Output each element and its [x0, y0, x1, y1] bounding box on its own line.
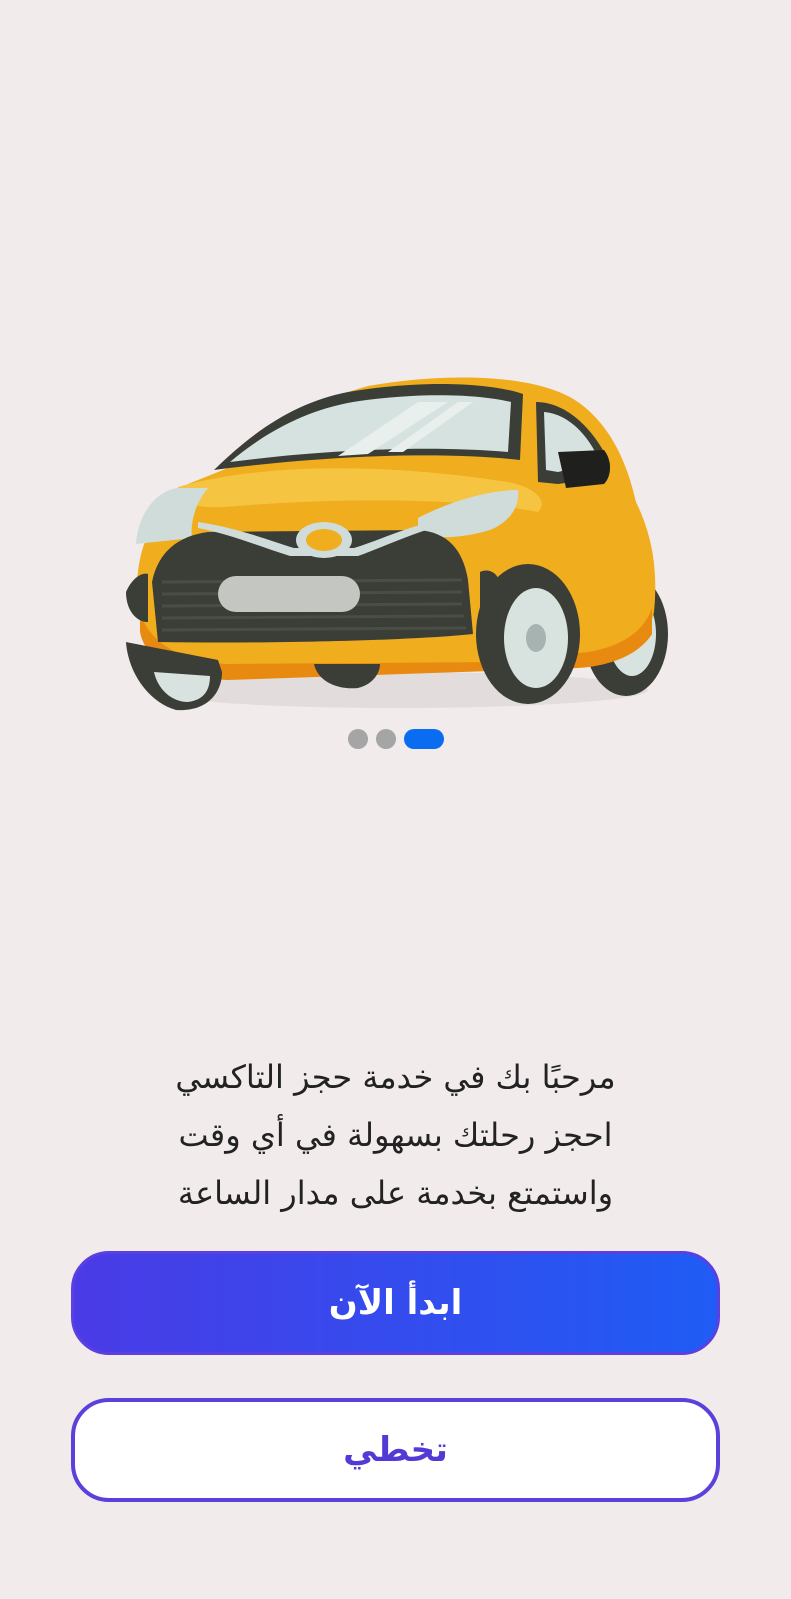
- start-now-button[interactable]: ابدأ الآن: [71, 1251, 720, 1355]
- page-dot[interactable]: [375, 729, 396, 749]
- welcome-line: احجز رحلتك بسهولة في أي وقت: [178, 1116, 613, 1154]
- onboarding-screen: مرحبًا بك في خدمة حجز التاكسي احجز رحلتك…: [0, 0, 791, 1599]
- welcome-text: مرحبًا بك في خدمة حجز التاكسي احجز رحلتك…: [60, 1048, 731, 1222]
- page-dot[interactable]: [347, 729, 368, 749]
- start-now-label: ابدأ الآن: [328, 1283, 463, 1323]
- welcome-line: مرحبًا بك في خدمة حجز التاكسي: [175, 1058, 616, 1096]
- page-indicator: [0, 729, 791, 749]
- welcome-line: واستمتع بخدمة على مدار الساعة: [177, 1174, 614, 1212]
- page-dot-active[interactable]: [403, 729, 444, 749]
- skip-button[interactable]: تخطي: [71, 1398, 720, 1502]
- skip-label: تخطي: [343, 1430, 448, 1470]
- taxi-car-illustration: [118, 372, 674, 724]
